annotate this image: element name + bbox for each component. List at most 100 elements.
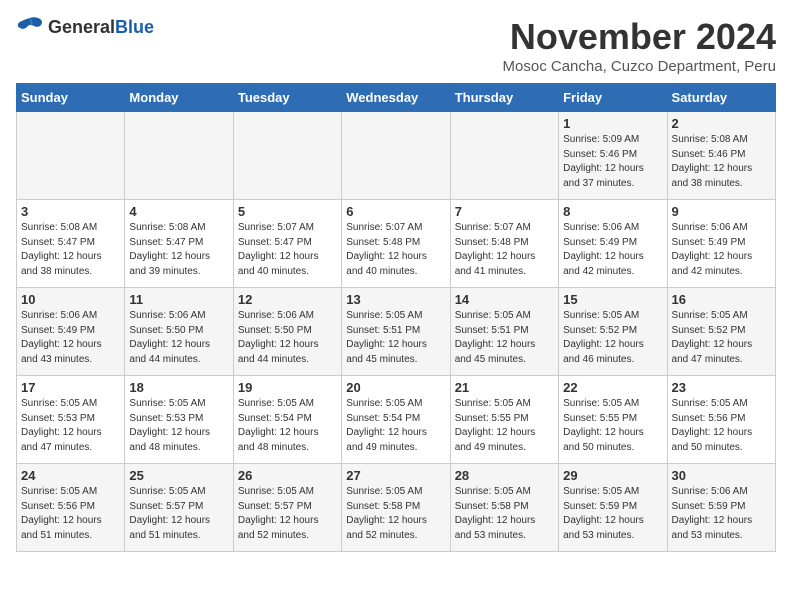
weekday-header-saturday: Saturday bbox=[667, 84, 775, 112]
calendar-cell: 4Sunrise: 5:08 AM Sunset: 5:47 PM Daylig… bbox=[125, 200, 233, 288]
weekday-header-sunday: Sunday bbox=[17, 84, 125, 112]
calendar-cell: 5Sunrise: 5:07 AM Sunset: 5:47 PM Daylig… bbox=[233, 200, 341, 288]
day-number: 20 bbox=[346, 380, 445, 395]
day-info: Sunrise: 5:05 AM Sunset: 5:52 PM Dayligh… bbox=[672, 309, 771, 367]
day-info: Sunrise: 5:05 AM Sunset: 5:56 PM Dayligh… bbox=[21, 485, 120, 543]
calendar-cell: 8 Sunrise: 5:06 AM Sunset: 5:49 PM Daylig… bbox=[559, 200, 667, 288]
day-number: 18 bbox=[129, 380, 228, 395]
day-info: Sunrise: 5:05 AM Sunset: 5:55 PM Dayligh… bbox=[455, 397, 554, 455]
day-info: Sunrise: 5:05 AM Sunset: 5:59 PM Dayligh… bbox=[563, 485, 662, 543]
calendar-cell: 22Sunrise: 5:05 AM Sunset: 5:55 PM Dayli… bbox=[559, 376, 667, 464]
calendar-cell: 23 Sunrise: 5:05 AM Sunset: 5:56 PM Dayli… bbox=[667, 376, 775, 464]
day-number: 13 bbox=[346, 292, 445, 307]
calendar-cell: 2 Sunrise: 5:08 AM Sunset: 5:46 PM Daylig… bbox=[667, 112, 775, 200]
calendar-cell bbox=[342, 112, 450, 200]
calendar-cell: 14Sunrise: 5:05 AM Sunset: 5:51 PM Dayli… bbox=[450, 288, 558, 376]
day-info: Sunrise: 5:06 AM Sunset: 5:59 PM Dayligh… bbox=[672, 485, 771, 543]
day-number: 2 bbox=[672, 116, 771, 131]
weekday-header-monday: Monday bbox=[125, 84, 233, 112]
calendar-cell bbox=[125, 112, 233, 200]
day-number: 7 bbox=[455, 204, 554, 219]
title-area: November 2024 Mosoc Cancha, Cuzco Depart… bbox=[503, 16, 776, 75]
weekday-header-friday: Friday bbox=[559, 84, 667, 112]
day-number: 25 bbox=[129, 468, 228, 483]
calendar-cell: 6 Sunrise: 5:07 AM Sunset: 5:48 PM Daylig… bbox=[342, 200, 450, 288]
day-info: Sunrise: 5:05 AM Sunset: 5:52 PM Dayligh… bbox=[563, 309, 662, 367]
day-info: Sunrise: 5:06 AM Sunset: 5:49 PM Dayligh… bbox=[672, 221, 771, 279]
day-info: Sunrise: 5:06 AM Sunset: 5:50 PM Dayligh… bbox=[129, 309, 228, 367]
weekday-header-tuesday: Tuesday bbox=[233, 84, 341, 112]
calendar-cell: 28Sunrise: 5:05 AM Sunset: 5:58 PM Dayli… bbox=[450, 464, 558, 552]
day-number: 17 bbox=[21, 380, 120, 395]
week-row-3: 10 Sunrise: 5:06 AM Sunset: 5:49 PM Dayli… bbox=[17, 288, 776, 376]
calendar-cell bbox=[17, 112, 125, 200]
day-number: 27 bbox=[346, 468, 445, 483]
calendar-cell: 19Sunrise: 5:05 AM Sunset: 5:54 PM Dayli… bbox=[233, 376, 341, 464]
calendar-cell bbox=[233, 112, 341, 200]
calendar-cell: 13 Sunrise: 5:05 AM Sunset: 5:51 PM Dayli… bbox=[342, 288, 450, 376]
day-info: Sunrise: 5:05 AM Sunset: 5:55 PM Dayligh… bbox=[563, 397, 662, 455]
day-info: Sunrise: 5:05 AM Sunset: 5:56 PM Dayligh… bbox=[672, 397, 771, 455]
day-number: 10 bbox=[21, 292, 120, 307]
day-number: 9 bbox=[672, 204, 771, 219]
month-title: November 2024 bbox=[503, 16, 776, 58]
day-number: 21 bbox=[455, 380, 554, 395]
calendar-cell: 1Sunrise: 5:09 AM Sunset: 5:46 PM Daylig… bbox=[559, 112, 667, 200]
calendar-cell bbox=[450, 112, 558, 200]
logo-general: General bbox=[48, 17, 115, 37]
day-info: Sunrise: 5:07 AM Sunset: 5:47 PM Dayligh… bbox=[238, 221, 337, 279]
logo-blue: Blue bbox=[115, 17, 154, 37]
day-number: 3 bbox=[21, 204, 120, 219]
day-info: Sunrise: 5:06 AM Sunset: 5:49 PM Dayligh… bbox=[21, 309, 120, 367]
day-info: Sunrise: 5:06 AM Sunset: 5:49 PM Dayligh… bbox=[563, 221, 662, 279]
calendar-cell: 9 Sunrise: 5:06 AM Sunset: 5:49 PM Daylig… bbox=[667, 200, 775, 288]
day-number: 6 bbox=[346, 204, 445, 219]
day-info: Sunrise: 5:05 AM Sunset: 5:54 PM Dayligh… bbox=[238, 397, 337, 455]
calendar-cell: 29 Sunrise: 5:05 AM Sunset: 5:59 PM Dayli… bbox=[559, 464, 667, 552]
day-info: Sunrise: 5:05 AM Sunset: 5:57 PM Dayligh… bbox=[238, 485, 337, 543]
calendar-cell: 10 Sunrise: 5:06 AM Sunset: 5:49 PM Dayli… bbox=[17, 288, 125, 376]
day-number: 14 bbox=[455, 292, 554, 307]
day-number: 26 bbox=[238, 468, 337, 483]
week-row-1: 1Sunrise: 5:09 AM Sunset: 5:46 PM Daylig… bbox=[17, 112, 776, 200]
day-number: 30 bbox=[672, 468, 771, 483]
day-info: Sunrise: 5:05 AM Sunset: 5:53 PM Dayligh… bbox=[129, 397, 228, 455]
weekday-header-thursday: Thursday bbox=[450, 84, 558, 112]
day-info: Sunrise: 5:05 AM Sunset: 5:58 PM Dayligh… bbox=[346, 485, 445, 543]
day-number: 29 bbox=[563, 468, 662, 483]
calendar-cell: 11Sunrise: 5:06 AM Sunset: 5:50 PM Dayli… bbox=[125, 288, 233, 376]
day-info: Sunrise: 5:06 AM Sunset: 5:50 PM Dayligh… bbox=[238, 309, 337, 367]
header: GeneralBlue November 2024 Mosoc Cancha, … bbox=[16, 16, 776, 75]
location-subtitle: Mosoc Cancha, Cuzco Department, Peru bbox=[503, 58, 776, 75]
day-info: Sunrise: 5:07 AM Sunset: 5:48 PM Dayligh… bbox=[346, 221, 445, 279]
day-number: 15 bbox=[563, 292, 662, 307]
week-row-5: 24Sunrise: 5:05 AM Sunset: 5:56 PM Dayli… bbox=[17, 464, 776, 552]
day-info: Sunrise: 5:08 AM Sunset: 5:47 PM Dayligh… bbox=[21, 221, 120, 279]
calendar-cell: 30 Sunrise: 5:06 AM Sunset: 5:59 PM Dayli… bbox=[667, 464, 775, 552]
day-number: 23 bbox=[672, 380, 771, 395]
calendar-cell: 24Sunrise: 5:05 AM Sunset: 5:56 PM Dayli… bbox=[17, 464, 125, 552]
day-info: Sunrise: 5:08 AM Sunset: 5:46 PM Dayligh… bbox=[672, 133, 771, 191]
calendar-cell: 17 Sunrise: 5:05 AM Sunset: 5:53 PM Dayli… bbox=[17, 376, 125, 464]
calendar-table: SundayMondayTuesdayWednesdayThursdayFrid… bbox=[16, 83, 776, 552]
calendar-cell: 3 Sunrise: 5:08 AM Sunset: 5:47 PM Daylig… bbox=[17, 200, 125, 288]
day-info: Sunrise: 5:05 AM Sunset: 5:57 PM Dayligh… bbox=[129, 485, 228, 543]
weekday-header-row: SundayMondayTuesdayWednesdayThursdayFrid… bbox=[17, 84, 776, 112]
day-info: Sunrise: 5:05 AM Sunset: 5:58 PM Dayligh… bbox=[455, 485, 554, 543]
logo-text: GeneralBlue bbox=[48, 17, 154, 38]
weekday-header-wednesday: Wednesday bbox=[342, 84, 450, 112]
calendar-cell: 15 Sunrise: 5:05 AM Sunset: 5:52 PM Dayli… bbox=[559, 288, 667, 376]
day-number: 12 bbox=[238, 292, 337, 307]
calendar-cell: 26 Sunrise: 5:05 AM Sunset: 5:57 PM Dayli… bbox=[233, 464, 341, 552]
day-info: Sunrise: 5:05 AM Sunset: 5:51 PM Dayligh… bbox=[346, 309, 445, 367]
day-info: Sunrise: 5:05 AM Sunset: 5:53 PM Dayligh… bbox=[21, 397, 120, 455]
day-number: 16 bbox=[672, 292, 771, 307]
calendar-cell: 27 Sunrise: 5:05 AM Sunset: 5:58 PM Dayli… bbox=[342, 464, 450, 552]
calendar-cell: 20 Sunrise: 5:05 AM Sunset: 5:54 PM Dayli… bbox=[342, 376, 450, 464]
day-info: Sunrise: 5:05 AM Sunset: 5:54 PM Dayligh… bbox=[346, 397, 445, 455]
calendar-cell: 7Sunrise: 5:07 AM Sunset: 5:48 PM Daylig… bbox=[450, 200, 558, 288]
calendar-cell: 25 Sunrise: 5:05 AM Sunset: 5:57 PM Dayli… bbox=[125, 464, 233, 552]
day-number: 8 bbox=[563, 204, 662, 219]
calendar-cell: 16 Sunrise: 5:05 AM Sunset: 5:52 PM Dayli… bbox=[667, 288, 775, 376]
week-row-4: 17 Sunrise: 5:05 AM Sunset: 5:53 PM Dayli… bbox=[17, 376, 776, 464]
